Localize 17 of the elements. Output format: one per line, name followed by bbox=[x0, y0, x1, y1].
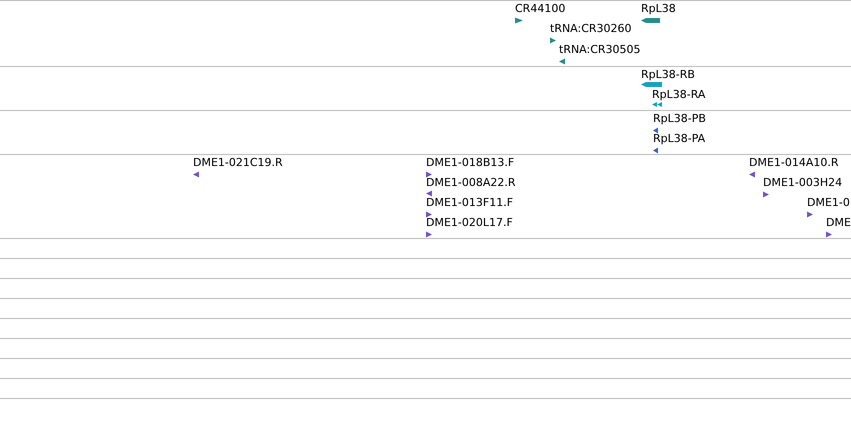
feature-label: RpL38-RA bbox=[652, 88, 706, 101]
feature-label: RpL38-PA bbox=[653, 132, 706, 145]
feature-label: RpL38 bbox=[641, 2, 676, 15]
feature-label: CR44100 bbox=[515, 2, 566, 15]
feature-label: tRNA:CR30260 bbox=[550, 22, 632, 35]
feature-label: DME1-020L17.F bbox=[426, 216, 513, 229]
feature-label: DME1-018B13.F bbox=[426, 156, 514, 169]
feature-label: DME bbox=[826, 216, 851, 229]
feature-label: DME1-013F11.F bbox=[426, 196, 514, 209]
feature-label: DME1-008A22.R bbox=[426, 176, 516, 189]
feature-label: RpL38-PB bbox=[653, 112, 706, 125]
feature-label: tRNA:CR30505 bbox=[559, 43, 641, 56]
feature-label: DME1-003H24 bbox=[763, 176, 842, 189]
feature-label: RpL38-RB bbox=[641, 68, 695, 81]
feature-label: DME1-014A10.R bbox=[749, 156, 839, 169]
feature-label: DME1-0 bbox=[807, 196, 850, 209]
feature-label: DME1-021C19.R bbox=[193, 156, 283, 169]
